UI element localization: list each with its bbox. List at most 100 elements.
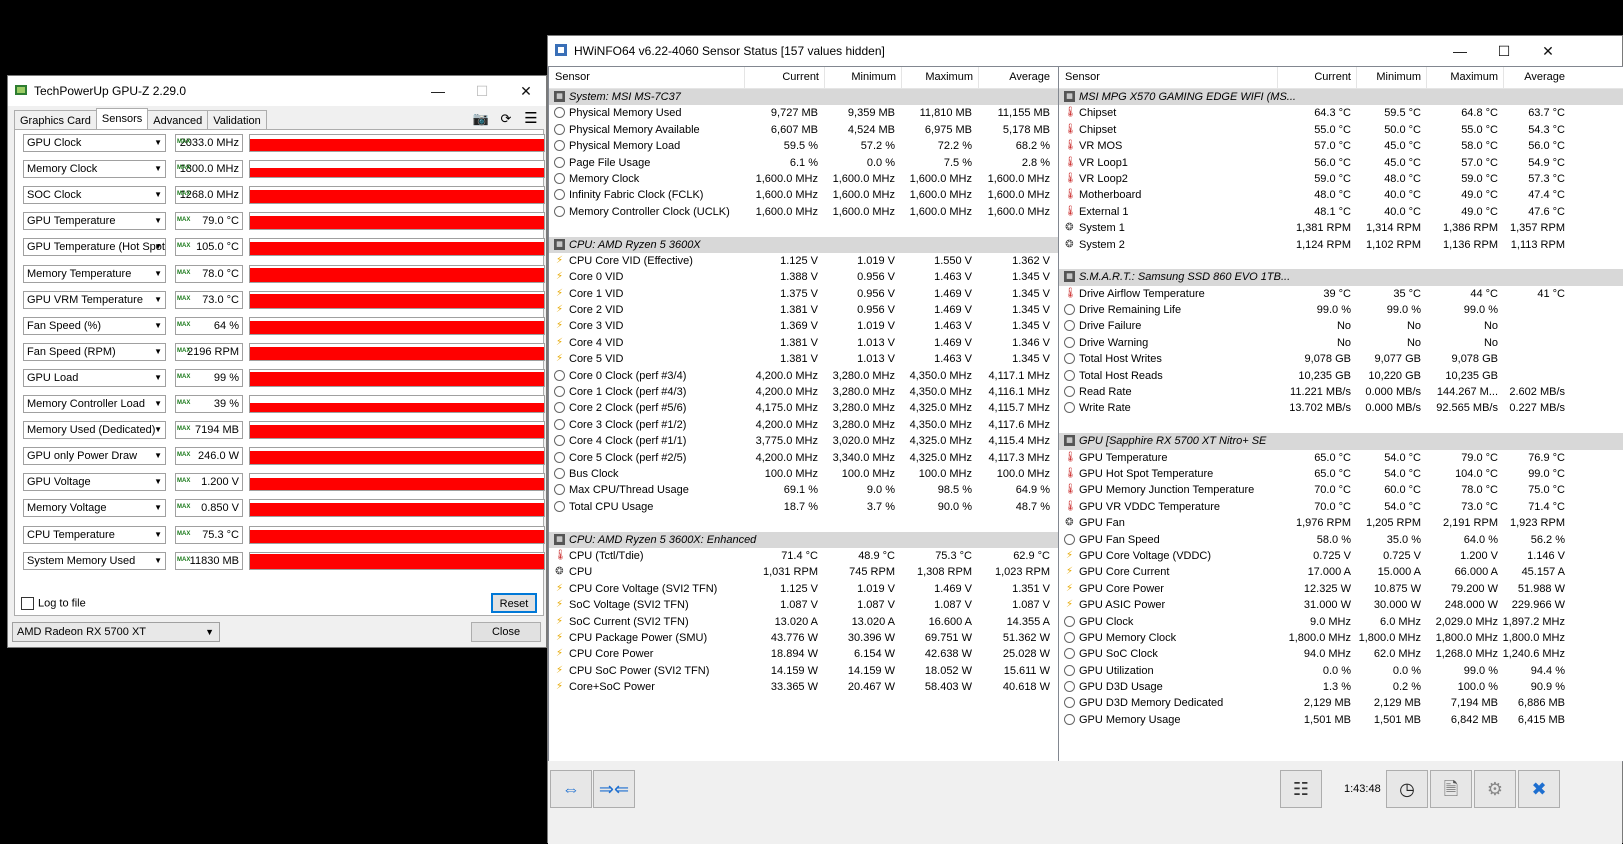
sensor-row[interactable]: 🌡 CPU (Tctl/Tdie) 71.4 °C 48.9 °C 75.3 °C 62.… xyxy=(549,548,1058,564)
sensor-row[interactable]: ❂ System 1 1,381 RPM 1,314 RPM 1,386 RPM 1,35… xyxy=(1059,220,1623,236)
sensor-row[interactable]: GPU Memory Clock 1,800.0 MHz 1,800.0 MHz 1,… xyxy=(1059,630,1623,646)
sensor-row[interactable]: GPU D3D Memory Dedicated 2,129 MB 2,129 MB… xyxy=(1059,695,1623,711)
sensor-row[interactable]: GPU Clock 9.0 MHz 6.0 MHz 2,029.0 MHz 1,897.… xyxy=(1059,614,1623,630)
sensor-row[interactable]: ⚡ Core 1 VID 1.375 V 0.956 V 1.469 V 1.345 V xyxy=(549,286,1058,302)
sensor-graph[interactable] xyxy=(249,551,545,570)
col-maximum[interactable]: Maximum xyxy=(1450,71,1498,83)
sensor-row[interactable]: 🌡 GPU Temperature 65.0 °C 54.0 °C 79.0 °C 76.… xyxy=(1059,450,1623,466)
col-current[interactable]: Current xyxy=(782,71,819,83)
sensor-name-select[interactable]: CPU Temperature ▼ xyxy=(23,525,166,544)
sensor-row[interactable]: Total Host Reads 10,235 GB 10,220 GB 10,235… xyxy=(1059,368,1623,384)
sensor-row[interactable]: ⚡ CPU Core Voltage (SVI2 TFN) 1.125 V 1.019… xyxy=(549,581,1058,597)
sensor-name-select[interactable]: Memory Voltage ▼ xyxy=(23,499,166,518)
maximize-button[interactable]: ☐ xyxy=(1482,36,1526,66)
close-icon[interactable]: ✕ xyxy=(504,76,548,106)
sensor-name-select[interactable]: GPU Load ▼ xyxy=(23,368,166,387)
sensor-graph[interactable] xyxy=(249,342,545,361)
sensor-graph[interactable] xyxy=(249,499,545,518)
sensor-row[interactable]: 🌡 GPU Hot Spot Temperature 65.0 °C 54.0 °C 1… xyxy=(1059,466,1623,482)
sensor-graph[interactable] xyxy=(249,186,545,205)
sensor-row[interactable]: ⚡ Core 4 VID 1.381 V 1.013 V 1.469 V 1.346 V xyxy=(549,335,1058,351)
sensor-name-select[interactable]: Memory Temperature ▼ xyxy=(23,264,166,283)
sensor-row[interactable]: 🌡 VR Loop2 59.0 °C 48.0 °C 59.0 °C 57.3 °C xyxy=(1059,171,1623,187)
sensor-graph[interactable] xyxy=(249,421,545,440)
sensor-row[interactable]: 🌡 VR Loop1 56.0 °C 45.0 °C 57.0 °C 54.9 °C xyxy=(1059,155,1623,171)
sensor-graph[interactable] xyxy=(249,395,545,413)
sensor-graph[interactable] xyxy=(249,160,545,179)
report-icon[interactable]: 🗎 xyxy=(1430,770,1472,808)
sensor-row[interactable]: Physical Memory Used 9,727 MB 9,359 MB 11,8… xyxy=(549,105,1058,121)
sensor-graph[interactable] xyxy=(249,264,545,283)
clock-icon[interactable]: ◷ xyxy=(1386,770,1428,808)
sensor-row[interactable]: Physical Memory Available 6,607 MB 4,524 M… xyxy=(549,122,1058,138)
sensor-name-select[interactable]: GPU Temperature ▼ xyxy=(23,212,166,231)
sensor-row[interactable]: ⚡ Core 2 VID 1.381 V 0.956 V 1.469 V 1.345 V xyxy=(549,302,1058,318)
sensor-row[interactable]: ⚡ GPU Core Power 12.325 W 10.875 W 79.200 W 5… xyxy=(1059,581,1623,597)
menu-icon[interactable]: ☰ xyxy=(522,110,540,128)
sensor-graph[interactable] xyxy=(249,473,545,492)
sensor-row[interactable]: Bus Clock 100.0 MHz 100.0 MHz 100.0 MHz 100.… xyxy=(549,466,1058,482)
sensor-name-select[interactable]: GPU only Power Draw ▼ xyxy=(23,447,166,466)
sensor-row[interactable]: Infinity Fabric Clock (FCLK) 1,600.0 MHz 1… xyxy=(549,187,1058,203)
sensor-group-header[interactable]: ▦ MSI MPG X570 GAMING EDGE WIFI (MS... xyxy=(1059,89,1623,106)
close-icon[interactable]: ✕ xyxy=(1526,36,1570,66)
sensor-list-left[interactable]: Sensor Current Minimum Maximum Average ▦… xyxy=(548,66,1059,762)
sensor-group-header[interactable]: ▦ CPU: AMD Ryzen 5 3600X: Enhanced xyxy=(549,531,1058,548)
sensor-row[interactable]: Drive Warning No No No xyxy=(1059,335,1623,351)
sensor-graph[interactable] xyxy=(249,212,545,231)
sensor-name-select[interactable]: Memory Used (Dedicated) ▼ xyxy=(23,421,166,440)
sensor-row[interactable]: ⚡ Core+SoC Power 33.365 W 20.467 W 58.403 W 4… xyxy=(549,679,1058,695)
sensor-row[interactable]: Page File Usage 6.1 % 0.0 % 7.5 % 2.8 % xyxy=(549,155,1058,171)
col-minimum[interactable]: Minimum xyxy=(1376,71,1421,83)
sensor-row[interactable]: ⚡ CPU Core VID (Effective) 1.125 V 1.019 V 1… xyxy=(549,253,1058,269)
sensor-row[interactable]: ⚡ SoC Current (SVI2 TFN) 13.020 A 13.020 A 1… xyxy=(549,614,1058,630)
minimize-button[interactable]: — xyxy=(1438,36,1482,66)
hwinfo-titlebar[interactable]: HWiNFO64 v6.22-4060 Sensor Status [157 v… xyxy=(548,36,1622,66)
tab-validation[interactable]: Validation xyxy=(207,110,267,131)
sensor-row[interactable]: Physical Memory Load 59.5 % 57.2 % 72.2 % 68… xyxy=(549,138,1058,154)
col-sensor[interactable]: Sensor xyxy=(555,71,590,83)
sensor-row[interactable]: ⚡ CPU Core Power 18.894 W 6.154 W 42.638 W 25… xyxy=(549,646,1058,662)
sensor-group-header[interactable]: ▦ System: MSI MS-7C37 xyxy=(549,89,1058,106)
sensor-row[interactable]: Drive Remaining Life 99.0 % 99.0 % 99.0 % xyxy=(1059,302,1623,318)
sensor-name-select[interactable]: Memory Controller Load ▼ xyxy=(23,395,166,413)
col-average[interactable]: Average xyxy=(1009,71,1050,83)
maximize-button[interactable]: ☐ xyxy=(460,76,504,106)
sensor-graph[interactable] xyxy=(249,134,545,152)
sensor-row[interactable]: Core 1 Clock (perf #4/3) 4,200.0 MHz 3,280… xyxy=(549,384,1058,400)
sensor-graph[interactable] xyxy=(249,290,545,309)
camera-icon[interactable]: 📷 xyxy=(472,110,490,128)
sensor-graph[interactable] xyxy=(249,238,545,257)
sensor-name-select[interactable]: GPU VRM Temperature ▼ xyxy=(23,290,166,309)
sensor-row[interactable]: Core 0 Clock (perf #3/4) 4,200.0 MHz 3,280… xyxy=(549,368,1058,384)
sensor-row[interactable]: ⚡ Core 5 VID 1.381 V 1.013 V 1.463 V 1.345 V xyxy=(549,351,1058,367)
sensor-name-select[interactable]: Fan Speed (RPM) ▼ xyxy=(23,342,166,361)
log-to-file-checkbox[interactable]: Log to file xyxy=(21,597,86,610)
sensor-row[interactable]: ⚡ CPU Package Power (SMU) 43.776 W 30.396 W… xyxy=(549,630,1058,646)
sensor-row[interactable]: Total Host Writes 9,078 GB 9,077 GB 9,078 G… xyxy=(1059,351,1623,367)
minimize-button[interactable]: — xyxy=(416,76,460,106)
sensor-name-select[interactable]: Memory Clock ▼ xyxy=(23,160,166,179)
col-current[interactable]: Current xyxy=(1314,71,1351,83)
gpuz-titlebar[interactable]: TechPowerUp GPU-Z 2.29.0 — ☐ ✕ xyxy=(8,76,546,106)
col-average[interactable]: Average xyxy=(1524,71,1565,83)
close-x-icon[interactable]: ✖ xyxy=(1518,770,1560,808)
sensor-row[interactable]: 🌡 Chipset 64.3 °C 59.5 °C 64.8 °C 63.7 °C xyxy=(1059,105,1623,121)
sensor-row[interactable]: ❂ GPU Fan 1,976 RPM 1,205 RPM 2,191 RPM 1,923… xyxy=(1059,515,1623,531)
sensor-row[interactable]: GPU Memory Usage 1,501 MB 1,501 MB 6,842 MB… xyxy=(1059,712,1623,728)
sensor-name-select[interactable]: GPU Clock ▼ xyxy=(23,134,166,152)
col-sensor[interactable]: Sensor xyxy=(1065,71,1100,83)
sensor-row[interactable]: ⚡ GPU Core Current 17.000 A 15.000 A 66.000 … xyxy=(1059,564,1623,580)
sensor-row[interactable]: ❂ System 2 1,124 RPM 1,102 RPM 1,136 RPM 1,11… xyxy=(1059,237,1623,253)
sensor-row[interactable]: 🌡 GPU Memory Junction Temperature 70.0 °C 6… xyxy=(1059,482,1623,498)
sensor-row[interactable]: Write Rate 13.702 MB/s 0.000 MB/s 92.565 MB… xyxy=(1059,400,1623,416)
settings-gear-icon[interactable]: ⚙ xyxy=(1474,770,1516,808)
sensor-graph[interactable] xyxy=(249,447,545,466)
col-minimum[interactable]: Minimum xyxy=(851,71,896,83)
sensor-row[interactable]: 🌡 Motherboard 48.0 °C 40.0 °C 49.0 °C 47.4 °C xyxy=(1059,187,1623,203)
sensor-list-right[interactable]: Sensor Current Minimum Maximum Average ▦… xyxy=(1058,66,1623,762)
sensor-row[interactable]: Max CPU/Thread Usage 69.1 % 9.0 % 98.5 % 64.… xyxy=(549,482,1058,498)
sensor-group-header[interactable]: ▦ CPU: AMD Ryzen 5 3600X xyxy=(549,236,1058,253)
sensor-row[interactable]: Memory Controller Clock (UCLK) 1,600.0 MH… xyxy=(549,204,1058,220)
sensor-row[interactable]: GPU Fan Speed 58.0 % 35.0 % 64.0 % 56.2 % xyxy=(1059,532,1623,548)
